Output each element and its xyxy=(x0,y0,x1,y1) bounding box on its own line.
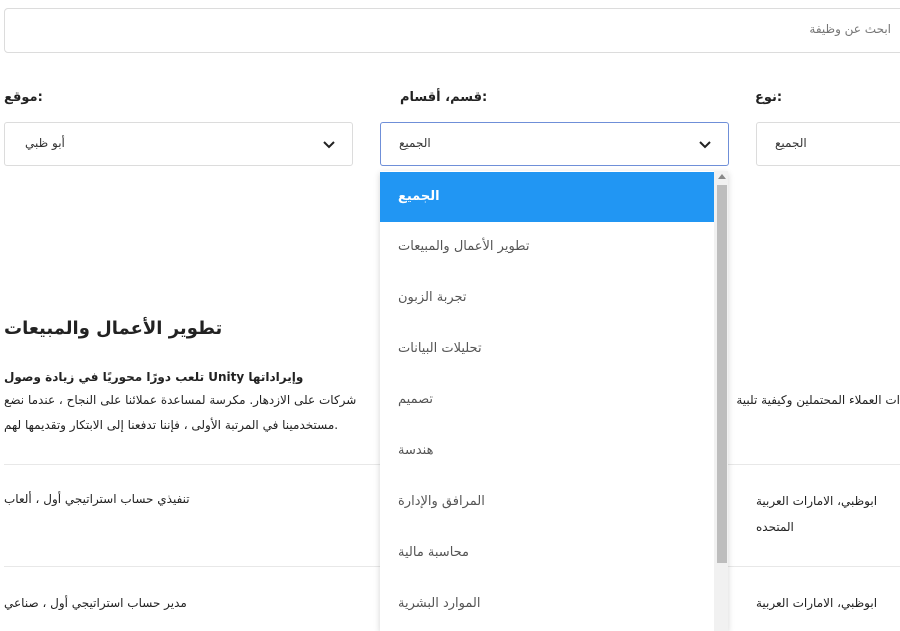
department-select-value: الجميع xyxy=(399,136,431,150)
location-label: :موقع xyxy=(4,90,43,105)
location-select[interactable]: أبو ظبي xyxy=(4,122,353,166)
dropdown-scrollbar-thumb[interactable] xyxy=(717,185,727,563)
type-select[interactable]: الجميع xyxy=(756,122,900,166)
type-label: :نوع xyxy=(755,90,783,105)
department-label: :قسم، أقسام xyxy=(400,90,488,105)
job-location: ابوظبي، الامارات العربية xyxy=(756,596,878,610)
section-title: تطوير الأعمال والمبيعات xyxy=(4,318,223,339)
search-input[interactable] xyxy=(9,21,893,37)
dropdown-option-hr[interactable]: الموارد البشرية xyxy=(380,579,714,629)
dropdown-option-design[interactable]: تصميم xyxy=(380,375,714,425)
dropdown-option-all[interactable]: الجميع xyxy=(380,172,714,222)
section-description-line2: شركات على الازدهار. مكرسة لمساعدة عملائن… xyxy=(4,393,357,407)
job-location-line2: المتحده xyxy=(756,520,794,534)
chevron-down-icon xyxy=(323,141,335,149)
scroll-up-arrow-icon[interactable] xyxy=(718,174,726,179)
type-select-value: الجميع xyxy=(775,136,807,150)
dropdown-option-customer-experience[interactable]: تجربة الزبون xyxy=(380,273,714,323)
department-select[interactable]: الجميع xyxy=(380,122,729,166)
job-title-link[interactable]: مدير حساب استراتيجي أول ، صناعي xyxy=(4,596,187,610)
dropdown-option-business-development[interactable]: تطوير الأعمال والمبيعات xyxy=(380,222,714,272)
search-box[interactable] xyxy=(4,8,900,53)
dropdown-option-facilities[interactable]: المرافق والإدارة xyxy=(380,477,714,527)
location-select-value: أبو ظبي xyxy=(25,136,65,150)
dropdown-option-data-analytics[interactable]: تحليلات البيانات xyxy=(380,324,714,374)
section-description-line3: .مستخدمينا في المرتبة الأولى ، فإننا تدف… xyxy=(4,418,339,432)
section-description-line2-right: ات العملاء المحتملين وكيفية تلبية xyxy=(736,393,900,407)
chevron-down-icon xyxy=(699,141,711,149)
job-title-link[interactable]: تنفيذي حساب استراتيجي أول ، ألعاب xyxy=(4,492,190,506)
job-location: ابوظبي، الامارات العربية xyxy=(756,494,878,508)
department-dropdown-menu[interactable]: الجميع تطوير الأعمال والمبيعات تجربة الز… xyxy=(380,171,728,631)
dropdown-option-engineering[interactable]: هندسة xyxy=(380,426,714,476)
dropdown-option-finance[interactable]: محاسبة مالية xyxy=(380,528,714,578)
section-description-line1: وإيراداتها Unity تلعب دورًا محوريًا في ز… xyxy=(4,370,304,384)
